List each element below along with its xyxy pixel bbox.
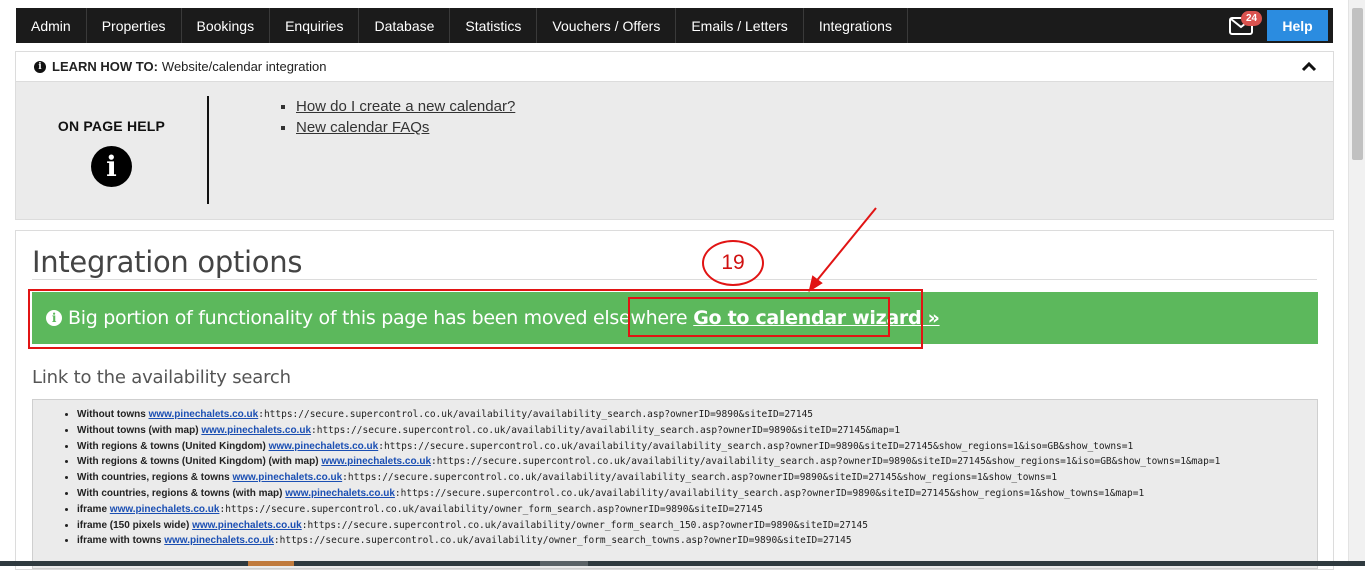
help-link-calendar-faqs[interactable]: New calendar FAQs — [296, 119, 429, 136]
link-label: With countries, regions & towns — [77, 472, 230, 484]
top-nav: Admin Properties Bookings Enquiries Data… — [16, 8, 1333, 43]
taskbar-strip — [0, 561, 1365, 566]
site-link[interactable]: www.pinechalets.co.uk — [232, 472, 342, 483]
mail-button[interactable]: 24 — [1215, 8, 1267, 43]
list-item: With countries, regions & towns www.pine… — [77, 470, 1317, 486]
site-link[interactable]: www.pinechalets.co.uk — [110, 504, 220, 515]
taskbar-segment — [540, 561, 588, 566]
scrollbar-thumb[interactable] — [1352, 8, 1363, 160]
availability-links-box: Without towns www.pinechalets.co.uk:http… — [32, 399, 1318, 569]
link-url: :https://secure.supercontrol.co.uk/avail… — [311, 424, 901, 436]
site-link[interactable]: www.pinechalets.co.uk — [149, 409, 259, 420]
nav-statistics[interactable]: Statistics — [450, 8, 538, 43]
on-page-help: ON PAGE HELP i — [16, 96, 209, 204]
link-url: :https://secure.supercontrol.co.uk/avail… — [342, 472, 1058, 484]
learn-prefix: LEARN HOW TO: — [52, 59, 158, 74]
list-item: New calendar FAQs — [296, 119, 515, 136]
link-label: With regions & towns (United Kingdom) — [77, 440, 266, 452]
link-label: iframe — [77, 503, 108, 515]
link-label: With countries, regions & towns (with ma… — [77, 487, 283, 499]
help-button[interactable]: Help — [1267, 10, 1328, 41]
nav-properties[interactable]: Properties — [87, 8, 182, 43]
list-item: Without towns (with map) www.pinechalets… — [77, 423, 1317, 439]
on-page-help-title: ON PAGE HELP — [57, 118, 166, 134]
link-url: :https://secure.supercontrol.co.uk/avail… — [301, 519, 868, 531]
help-link-create-calendar[interactable]: How do I create a new calendar? — [296, 98, 515, 115]
taskbar-segment — [248, 561, 294, 566]
nav-bookings[interactable]: Bookings — [182, 8, 271, 43]
learn-header[interactable]: i LEARN HOW TO: Website/calendar integra… — [16, 52, 1333, 82]
annotation-highlight-link — [628, 297, 890, 337]
page-title: Integration options — [32, 245, 303, 279]
link-label: iframe with towns — [77, 535, 162, 547]
list-item: With regions & towns (United Kingdom) (w… — [77, 454, 1317, 470]
link-url: :https://secure.supercontrol.co.uk/avail… — [219, 503, 763, 515]
list-item: How do I create a new calendar? — [296, 98, 515, 115]
learn-topic: Website/calendar integration — [161, 59, 327, 74]
link-label: With regions & towns (United Kingdom) (w… — [77, 456, 319, 468]
vertical-scrollbar[interactable] — [1348, 0, 1365, 566]
link-url: :https://secure.supercontrol.co.uk/avail… — [258, 409, 814, 420]
nav-enquiries[interactable]: Enquiries — [270, 8, 360, 43]
list-item: With countries, regions & towns (with ma… — [77, 486, 1317, 502]
nav-vouchers-offers[interactable]: Vouchers / Offers — [537, 8, 677, 43]
link-label: Without towns (with map) — [77, 424, 199, 436]
divider — [32, 279, 1317, 280]
nav-admin[interactable]: Admin — [16, 8, 87, 43]
learn-panel: i LEARN HOW TO: Website/calendar integra… — [15, 51, 1334, 220]
link-url: :https://secure.supercontrol.co.uk/avail… — [273, 535, 852, 547]
site-link[interactable]: www.pinechalets.co.uk — [164, 535, 274, 546]
link-url: :https://secure.supercontrol.co.uk/avail… — [431, 456, 1221, 468]
list-item: iframe with towns www.pinechalets.co.uk:… — [77, 533, 1317, 549]
link-label: iframe (150 pixels wide) — [77, 519, 190, 531]
link-label: Without towns — [77, 409, 146, 420]
info-icon: i — [91, 146, 132, 187]
availability-heading: Link to the availability search — [32, 367, 291, 388]
help-links: How do I create a new calendar? New cale… — [279, 98, 515, 140]
link-url: :https://secure.supercontrol.co.uk/avail… — [394, 487, 1145, 499]
integration-panel: Integration options i Big portion of fun… — [15, 230, 1334, 570]
site-link[interactable]: www.pinechalets.co.uk — [201, 425, 311, 436]
nav-emails-letters[interactable]: Emails / Letters — [676, 8, 804, 43]
info-icon: i — [34, 60, 46, 73]
list-item: Without towns www.pinechalets.co.uk:http… — [77, 407, 1317, 423]
site-link[interactable]: www.pinechalets.co.uk — [192, 520, 302, 531]
list-item: iframe www.pinechalets.co.uk:https://sec… — [77, 502, 1317, 518]
link-url: :https://secure.supercontrol.co.uk/avail… — [378, 440, 1134, 452]
chevron-up-icon[interactable] — [1301, 59, 1317, 75]
nav-integrations[interactable]: Integrations — [804, 8, 908, 43]
annotation-step-number: 19 — [702, 240, 764, 286]
list-item: iframe (150 pixels wide) www.pinechalets… — [77, 518, 1317, 534]
site-link[interactable]: www.pinechalets.co.uk — [321, 456, 431, 467]
list-item: With regions & towns (United Kingdom) ww… — [77, 439, 1317, 455]
site-link[interactable]: www.pinechalets.co.uk — [269, 441, 379, 452]
mail-badge: 24 — [1241, 11, 1263, 26]
nav-database[interactable]: Database — [359, 8, 451, 43]
site-link[interactable]: www.pinechalets.co.uk — [285, 488, 395, 499]
